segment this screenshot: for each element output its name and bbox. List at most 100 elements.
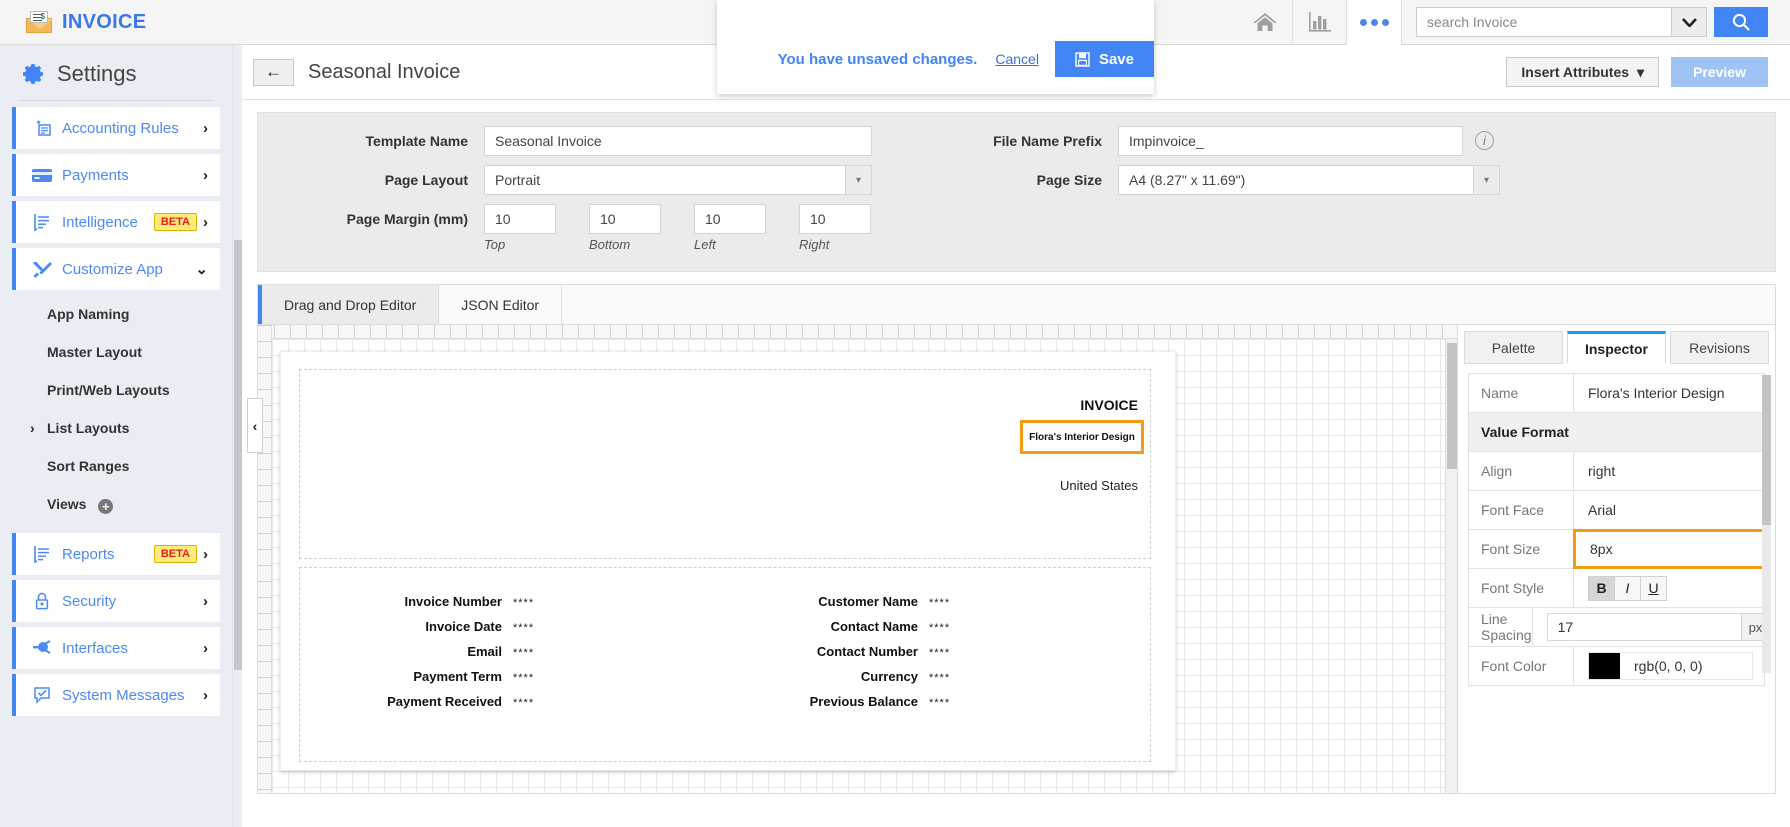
field-label: Previous Balance: [809, 694, 918, 709]
sidebar-item-label: Accounting Rules: [62, 119, 179, 137]
font-color-control[interactable]: rgb(0, 0, 0): [1588, 652, 1754, 680]
sidebar-subitem-list-layouts[interactable]: › List Layouts: [0, 409, 232, 447]
margin-left-input[interactable]: [694, 204, 766, 234]
insert-attributes-button[interactable]: Insert Attributes ▾: [1506, 57, 1660, 87]
property-value-font-style: B I U: [1573, 569, 1764, 607]
more-dots-icon[interactable]: [1346, 0, 1402, 45]
editor-body: INVOICE Flora's Interior Design United S…: [257, 324, 1776, 794]
field-label: Payment Received: [387, 694, 502, 709]
chevron-right-icon: ›: [203, 545, 208, 563]
canvas-scrollbar[interactable]: [1445, 339, 1457, 793]
page-layout-value: Portrait: [495, 172, 541, 188]
tab-inspector[interactable]: Inspector: [1567, 331, 1666, 364]
chevron-left-icon: ‹: [252, 417, 258, 434]
margin-right-input[interactable]: [799, 204, 871, 234]
sidebar-item-interfaces[interactable]: Interfaces ›: [12, 627, 220, 669]
details-section[interactable]: Invoice Number **** Invoice Date **** Em…: [299, 567, 1151, 762]
sidebar-scroll-thumb[interactable]: [234, 240, 242, 670]
invoice-envelope-icon: $: [26, 11, 53, 33]
file-name-prefix-input[interactable]: [1118, 126, 1463, 156]
inspector-scroll-thumb[interactable]: [1762, 375, 1771, 525]
sidebar-item-label: Reports: [62, 545, 115, 563]
page-layout-select[interactable]: Portrait ▾: [484, 165, 872, 195]
app-brand[interactable]: $ INVOICE: [0, 11, 146, 34]
field-row[interactable]: Contact Number ****: [770, 644, 950, 659]
cancel-link[interactable]: Cancel: [995, 51, 1039, 67]
editor-tab-bar: Drag and Drop Editor JSON Editor: [257, 284, 1776, 324]
page-size-select[interactable]: A4 (8.27" x 11.69") ▾: [1118, 165, 1500, 195]
save-button[interactable]: Save: [1054, 41, 1154, 77]
property-value-name[interactable]: Flora's Interior Design: [1573, 374, 1764, 412]
bold-toggle[interactable]: B: [1588, 575, 1615, 601]
sidebar-subitem-print-web-layouts[interactable]: Print/Web Layouts: [0, 371, 232, 409]
margin-top-input[interactable]: [484, 204, 556, 234]
accounting-rules-icon: [30, 118, 54, 138]
sidebar-item-payments[interactable]: Payments ›: [12, 154, 220, 196]
selected-element-company-name[interactable]: Flora's Interior Design: [1020, 420, 1144, 454]
bar-chart-icon[interactable]: [1292, 0, 1346, 45]
sidebar-item-security[interactable]: Security ›: [12, 580, 220, 622]
template-name-input[interactable]: [484, 126, 872, 156]
sidebar-item-customize-app[interactable]: Customize App ⌄: [12, 248, 220, 290]
tab-palette[interactable]: Palette: [1464, 331, 1563, 364]
margin-left-caption: Left: [694, 237, 716, 252]
inspector-scrollbar[interactable]: [1762, 375, 1771, 673]
field-value: ****: [929, 597, 951, 609]
sidebar-subitem-app-naming[interactable]: App Naming: [0, 295, 232, 333]
sidebar-title: Settings: [57, 61, 137, 86]
tab-json-editor[interactable]: JSON Editor: [439, 285, 563, 324]
invoice-page-sheet[interactable]: INVOICE Flora's Interior Design United S…: [280, 351, 1176, 771]
canvas-scroll-thumb[interactable]: [1447, 343, 1457, 469]
italic-toggle[interactable]: I: [1614, 575, 1641, 601]
field-row[interactable]: Currency ****: [770, 669, 950, 684]
underline-label: U: [1648, 580, 1659, 596]
property-value-font-size[interactable]: 8px: [1573, 529, 1765, 569]
sidebar-item-accounting-rules[interactable]: Accounting Rules ›: [12, 107, 220, 149]
line-spacing-input[interactable]: [1546, 613, 1741, 641]
country-text[interactable]: United States: [1060, 478, 1138, 493]
color-swatch[interactable]: [1589, 653, 1620, 679]
sidebar-item-label: Payments: [62, 166, 129, 184]
template-name-label: Template Name: [365, 133, 468, 149]
sidebar-item-system-messages[interactable]: System Messages ›: [12, 674, 220, 716]
sidebar-item-reports[interactable]: Reports BETA ›: [12, 533, 220, 575]
add-view-icon[interactable]: +: [98, 499, 114, 514]
field-row[interactable]: Payment Term ****: [354, 669, 534, 684]
field-row[interactable]: Contact Name ****: [770, 619, 950, 634]
property-value-font-face[interactable]: Arial: [1573, 491, 1764, 529]
sidebar-subitem-sort-ranges[interactable]: Sort Ranges: [0, 447, 232, 485]
chevron-right-icon: ›: [203, 119, 208, 137]
caret-down-icon: ▾: [1637, 63, 1645, 80]
preview-button[interactable]: Preview: [1671, 57, 1768, 87]
search-button[interactable]: [1714, 7, 1768, 37]
field-row[interactable]: Customer Name ****: [770, 594, 950, 609]
gear-icon: [22, 62, 46, 86]
font-color-value: rgb(0, 0, 0): [1634, 658, 1703, 674]
info-icon[interactable]: i: [1475, 131, 1494, 150]
design-canvas[interactable]: INVOICE Flora's Interior Design United S…: [258, 325, 1457, 793]
back-button[interactable]: ←: [253, 58, 294, 86]
home-icon[interactable]: [1238, 0, 1292, 45]
field-row[interactable]: Previous Balance ****: [770, 694, 950, 709]
collapse-sidebar-handle[interactable]: ‹: [247, 398, 263, 453]
sidebar-subitem-master-layout[interactable]: Master Layout: [0, 333, 232, 371]
reports-icon: [30, 544, 54, 564]
property-value-align[interactable]: right: [1573, 452, 1764, 490]
field-row[interactable]: Invoice Date ****: [354, 619, 534, 634]
tab-revisions[interactable]: Revisions: [1670, 331, 1769, 364]
field-row[interactable]: Email ****: [354, 644, 534, 659]
sidebar-item-intelligence[interactable]: Intelligence BETA ›: [12, 201, 220, 243]
field-row[interactable]: Invoice Number ****: [354, 594, 534, 609]
underline-toggle[interactable]: U: [1640, 575, 1667, 601]
invoice-heading[interactable]: INVOICE: [1080, 397, 1138, 413]
search-scope-dropdown[interactable]: [1671, 7, 1707, 37]
sidebar-scrollbar[interactable]: [232, 45, 242, 827]
header-section[interactable]: INVOICE Flora's Interior Design United S…: [299, 369, 1151, 559]
margin-bottom-input[interactable]: [589, 204, 661, 234]
property-row-font-size: Font Size 8px: [1469, 529, 1765, 569]
field-value: ****: [513, 697, 535, 709]
sidebar-subitem-views[interactable]: Views +: [0, 485, 232, 525]
tab-drag-and-drop-editor[interactable]: Drag and Drop Editor: [258, 285, 440, 324]
field-row[interactable]: Payment Received ****: [354, 694, 534, 709]
search-input[interactable]: [1416, 7, 1671, 37]
